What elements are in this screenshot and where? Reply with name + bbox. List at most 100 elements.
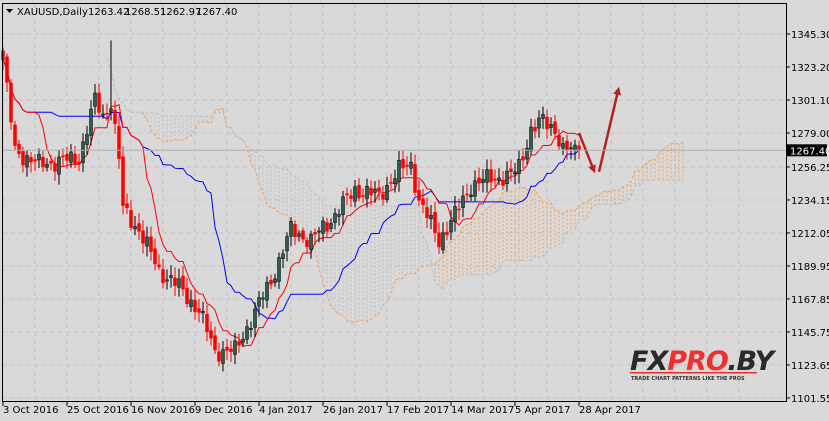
open-value: 1263.42 xyxy=(88,7,129,18)
candle-body-bull xyxy=(365,185,369,199)
candle-body-bear xyxy=(197,308,201,313)
candle-body-bull xyxy=(45,163,49,168)
candle-body-bull xyxy=(257,297,261,307)
candle-body-bull xyxy=(473,180,477,197)
candle-body-bear xyxy=(73,153,77,165)
candle-body-bull xyxy=(329,223,333,229)
candle-body-bull xyxy=(485,169,489,183)
candle-body-bear xyxy=(325,222,329,232)
candle-body-bear xyxy=(61,155,65,158)
candle-body-bull xyxy=(233,340,237,355)
candle-body-bear xyxy=(33,159,37,162)
candle-body-bull xyxy=(353,186,357,202)
candle-body-bear xyxy=(185,287,189,305)
candle-body-bear xyxy=(421,198,425,206)
price-chart[interactable]: FXPRO.BY TRADE CHART PATTERNS LIKE THE P… xyxy=(0,0,829,421)
logo-underline xyxy=(630,372,757,374)
candle-body-bear xyxy=(313,232,317,235)
y-tick-label: 1234.15 xyxy=(791,196,829,207)
candle-body-bear xyxy=(125,203,129,209)
candle xyxy=(9,79,13,130)
candle-body-bear xyxy=(477,177,481,184)
candle-body-bear xyxy=(65,153,69,161)
candle-body-bull xyxy=(261,297,265,300)
y-tick-label: 1101.55 xyxy=(791,394,829,405)
candle-body-bull xyxy=(481,179,485,183)
candle-body-bull xyxy=(85,134,89,145)
candle-body-bull xyxy=(249,328,253,330)
x-tick-label: 28 Apr 2017 xyxy=(579,405,641,416)
candle-body-bull xyxy=(549,124,553,128)
candle-body-bear xyxy=(557,135,561,147)
candle-body-bull xyxy=(529,126,533,152)
candle-body-bear xyxy=(153,248,157,265)
candle-body-bear xyxy=(401,159,405,169)
x-tick-label: 25 Oct 2016 xyxy=(67,405,129,416)
candle-body-bear xyxy=(209,330,213,339)
candle-body-bull xyxy=(317,230,321,233)
y-tick-label: 1145.75 xyxy=(791,328,829,339)
candle-body-bear xyxy=(117,125,121,159)
candle-body-bull xyxy=(81,141,85,164)
candle-body-bear xyxy=(361,195,365,197)
candle-body-bull xyxy=(245,326,249,340)
candle-body-bear xyxy=(577,145,581,151)
candle-body-bull xyxy=(201,311,205,314)
candle-body-bear xyxy=(49,160,53,164)
candle-body-bear xyxy=(9,82,13,123)
candle-body-bear xyxy=(489,169,493,183)
y-tick-label: 1279.00 xyxy=(791,129,829,140)
candle-body-bull xyxy=(461,195,465,208)
fxpro-logo: FXPRO.BY TRADE CHART PATTERNS LIKE THE P… xyxy=(630,346,778,382)
candle-body-bear xyxy=(17,143,21,155)
candle-body-bear xyxy=(565,140,569,151)
candle-body-bull xyxy=(253,308,257,328)
candle-body-bear xyxy=(217,351,221,362)
x-tick-label: 3 Oct 2016 xyxy=(3,405,58,416)
candle-body-bull xyxy=(37,154,41,161)
x-tick-label: 17 Feb 2017 xyxy=(387,405,449,416)
candle-body-bear xyxy=(417,189,421,201)
candle-body-bull xyxy=(393,178,397,185)
candle-body-bull xyxy=(57,156,61,175)
candle-body-bull xyxy=(525,147,529,160)
candle xyxy=(121,146,125,215)
candle-body-bear xyxy=(457,208,461,211)
candle-body-bear xyxy=(5,56,9,83)
candle-body-bear xyxy=(501,180,505,186)
chart-header: XAUUSD,Daily 1263.42 1268.51 1262.97 126… xyxy=(6,7,237,18)
candle-body-bull xyxy=(277,257,281,282)
logo-tagline: TRADE CHART PATTERNS LIKE THE PROS xyxy=(631,376,745,382)
y-tick-label: 1123.65 xyxy=(791,361,829,372)
candle-body-bear xyxy=(193,299,197,312)
candle-body-bull xyxy=(569,147,573,150)
candle-body-bear xyxy=(53,163,57,172)
candle-body-bull xyxy=(441,232,445,251)
candle-body-bear xyxy=(405,165,409,167)
candle-body-bear xyxy=(21,151,25,166)
candle-body-bear xyxy=(205,313,209,333)
x-tick-label: 9 Dec 2016 xyxy=(195,405,253,416)
candle-body-bear xyxy=(437,232,441,248)
close-value: 1267.40 xyxy=(196,7,237,18)
y-tick-label: 1212.05 xyxy=(791,229,829,240)
candle-body-bear xyxy=(509,168,513,172)
candle-body-bull xyxy=(513,171,517,175)
candle-body-bull xyxy=(409,161,413,169)
candle-body-bear xyxy=(105,112,109,115)
candle-body-bear xyxy=(413,164,417,193)
candle-body-bear xyxy=(553,121,557,134)
candle-body-bull xyxy=(341,196,345,215)
candle-body-bull xyxy=(469,194,473,198)
candle-body-bear xyxy=(113,110,117,124)
candle-body-bear xyxy=(357,184,361,199)
candle-body-bear xyxy=(269,279,273,285)
candle-body-bear xyxy=(149,236,153,252)
candle-body-bull xyxy=(69,151,73,163)
candle-body-bear xyxy=(157,264,161,268)
candle-body-bear xyxy=(389,182,393,184)
candle-body-bull xyxy=(497,177,501,181)
candle-body-bear xyxy=(97,92,101,113)
candle-body-bear xyxy=(545,116,549,130)
candle-body-bull xyxy=(309,233,313,250)
